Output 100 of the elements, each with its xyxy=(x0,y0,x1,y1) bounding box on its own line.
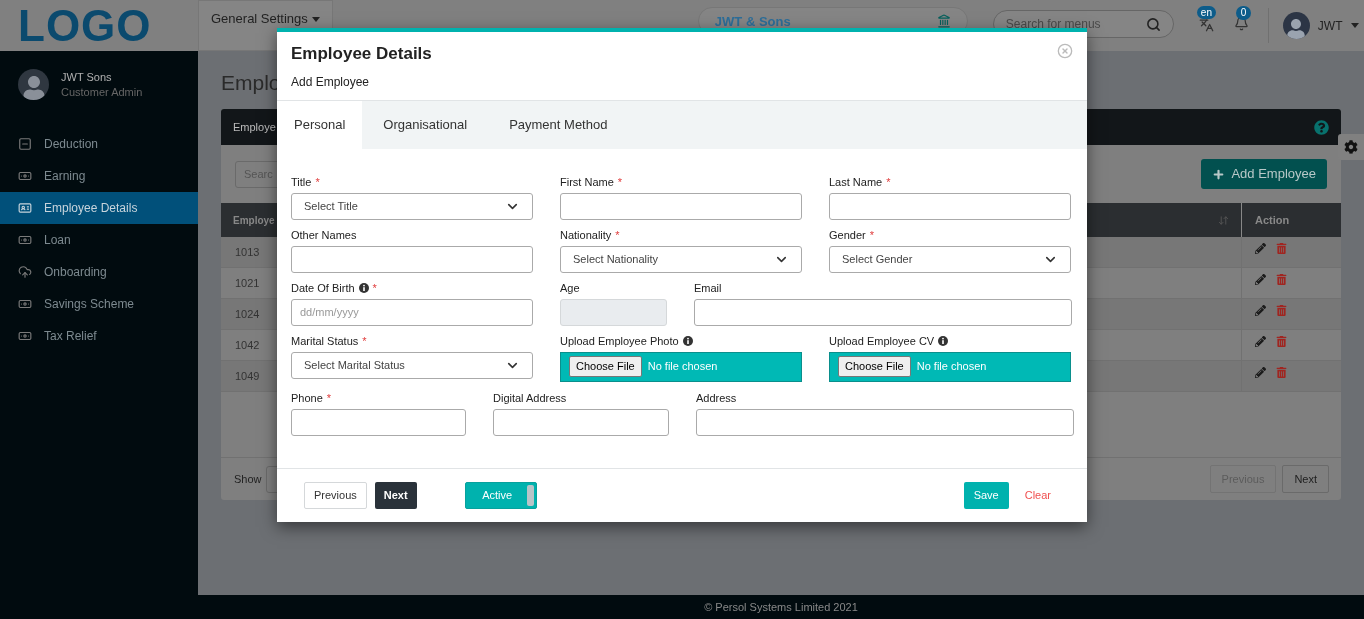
language-icon[interactable] xyxy=(1198,17,1214,32)
required-mark: * xyxy=(315,174,320,190)
table-cell-text: 1049 xyxy=(234,368,260,384)
required-mark: * xyxy=(869,227,874,243)
close-icon[interactable] xyxy=(1057,43,1073,59)
input-field[interactable] xyxy=(291,245,533,273)
select-field[interactable]: Select Title xyxy=(291,192,533,220)
field-label: Gender xyxy=(829,227,866,243)
choose-file-button[interactable]: Choose File xyxy=(838,356,911,377)
field-label: Upload Employee CV xyxy=(829,333,935,349)
banknote-icon xyxy=(18,297,32,311)
required-mark: * xyxy=(886,174,891,190)
pencil-icon[interactable] xyxy=(1255,274,1266,285)
select-field[interactable]: Select Gender xyxy=(829,245,1071,273)
bank-icon xyxy=(936,14,951,28)
tab[interactable]: Organisational xyxy=(362,100,489,149)
required-mark: * xyxy=(326,390,332,406)
settings-icon xyxy=(1344,140,1358,154)
tab[interactable]: Payment Method xyxy=(488,100,629,149)
required-mark: * xyxy=(362,333,367,349)
trash-icon[interactable] xyxy=(1276,274,1287,285)
add-employee-button[interactable]: Add Employee xyxy=(1201,159,1327,189)
sidebar-item[interactable]: Employee Details xyxy=(0,192,198,224)
banknote-icon xyxy=(18,329,32,343)
caret-icon xyxy=(1350,23,1359,28)
field-label: Upload Employee Photo xyxy=(560,333,679,349)
pencil-icon[interactable] xyxy=(1255,367,1266,378)
input-field[interactable] xyxy=(694,298,1072,326)
notification-badge: 0 xyxy=(1235,6,1252,20)
banknote-icon xyxy=(18,233,32,247)
user-role: Customer Admin xyxy=(61,84,143,100)
select-field[interactable]: Select Nationality xyxy=(560,245,802,273)
file-field[interactable]: Choose File No file chosen xyxy=(560,351,802,382)
user-name: JWT Sons xyxy=(61,69,113,85)
minus-square-icon xyxy=(18,137,32,151)
field-label: First Name xyxy=(560,174,614,190)
bell-icon[interactable] xyxy=(1233,16,1249,31)
field-label: Last Name xyxy=(829,174,883,190)
input-field[interactable]: dd/mm/yyyy xyxy=(291,298,533,326)
table-cell-text: 1021 xyxy=(234,275,260,291)
plus-icon xyxy=(1212,167,1226,181)
clear-button[interactable]: Clear xyxy=(1024,486,1051,504)
table-cell-text: 1013 xyxy=(234,244,260,260)
sidebar-item[interactable]: Tax Relief xyxy=(0,320,198,352)
next-button[interactable]: Next xyxy=(374,481,417,509)
file-field[interactable]: Choose File No file chosen xyxy=(829,351,1071,382)
company-name: JWT & Sons xyxy=(714,14,791,28)
page-footer: © Persol Systems Limited 2021 xyxy=(198,595,1364,619)
previous-button[interactable]: Previous xyxy=(304,481,367,509)
pencil-icon[interactable] xyxy=(1255,243,1266,254)
sort-icon[interactable] xyxy=(1218,214,1229,226)
page-title: Emplo xyxy=(221,70,281,96)
sidebar-item[interactable]: Savings Scheme xyxy=(0,288,198,320)
trash-icon[interactable] xyxy=(1276,243,1287,254)
tab[interactable]: Personal xyxy=(277,100,363,149)
sidebar-item[interactable]: Earning xyxy=(0,160,198,192)
required-mark: * xyxy=(615,227,620,243)
pencil-icon[interactable] xyxy=(1255,336,1266,347)
modal-subtitle: Add Employee xyxy=(291,73,371,91)
avatar-icon xyxy=(18,69,49,100)
help-icon[interactable] xyxy=(1314,119,1329,135)
input-field[interactable] xyxy=(696,408,1074,436)
sidebar-item[interactable]: Loan xyxy=(0,224,198,256)
card-title: Employe xyxy=(233,119,276,135)
user-menu[interactable]: JWT xyxy=(1282,0,1359,51)
pencil-icon[interactable] xyxy=(1255,305,1266,316)
column-header: Employe xyxy=(232,213,276,228)
field-label: Nationality xyxy=(560,227,612,243)
file-status: No file chosen xyxy=(916,359,987,375)
search-icon xyxy=(1145,16,1161,32)
trash-icon[interactable] xyxy=(1276,367,1287,378)
field-label: Age xyxy=(560,280,580,296)
field-label: Date Of Birth xyxy=(291,280,355,296)
field-label: Marital Status xyxy=(291,333,359,349)
trash-icon[interactable] xyxy=(1276,336,1287,347)
banknote-icon xyxy=(18,169,32,183)
settings-tab[interactable] xyxy=(1338,134,1364,160)
choose-file-button[interactable]: Choose File xyxy=(569,356,642,377)
toggle-knob xyxy=(526,484,534,506)
show-label: Show xyxy=(234,471,262,487)
field-label: Phone xyxy=(291,390,323,406)
caret-icon xyxy=(311,17,320,22)
cloud-upload-icon xyxy=(18,265,32,279)
input-field[interactable] xyxy=(560,192,802,220)
trash-icon[interactable] xyxy=(1276,305,1287,316)
input-field[interactable] xyxy=(829,192,1071,220)
table-cell-text: 1024 xyxy=(234,306,260,322)
language-badge: en xyxy=(1196,6,1216,19)
input-field[interactable] xyxy=(493,408,669,436)
pagination-button[interactable]: Next xyxy=(1282,465,1329,493)
sidebar-item[interactable]: Onboarding xyxy=(0,256,198,288)
input-field[interactable] xyxy=(291,408,466,436)
field-label: Digital Address xyxy=(493,390,567,406)
id-card-icon xyxy=(18,201,32,215)
required-mark: * xyxy=(617,174,623,190)
select-field[interactable]: Select Marital Status xyxy=(291,351,533,379)
field-label: Address xyxy=(696,390,737,406)
sidebar-item[interactable]: Deduction xyxy=(0,128,198,160)
table-cell-text: 1042 xyxy=(234,337,260,353)
field-label: Email xyxy=(694,280,722,296)
